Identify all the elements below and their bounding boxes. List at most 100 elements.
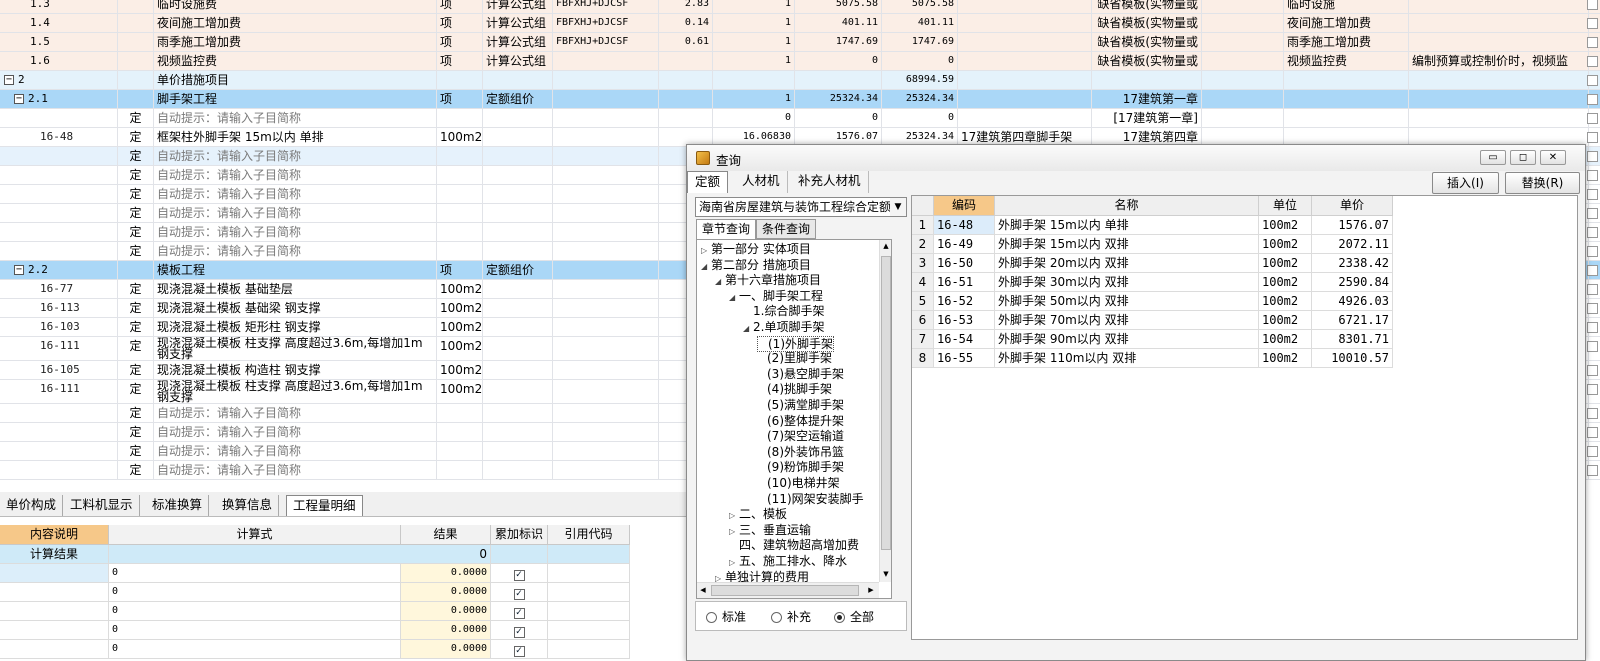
cell-col13[interactable]: 夜间施工增加费 [1284, 14, 1409, 32]
tree-node[interactable]: ◢ 一、脚手架工程 [729, 289, 823, 305]
accumulate-cell[interactable]: ✓ [491, 621, 548, 640]
cell-col4[interactable] [483, 204, 553, 222]
row-desc[interactable] [0, 621, 109, 640]
cell-col3[interactable]: 100m2 [437, 318, 483, 336]
tree-node[interactable]: (7)架空运输道 [757, 429, 844, 445]
cell-col2[interactable]: 自动提示：请输入子目简称 [154, 461, 437, 479]
row-checkbox[interactable] [1587, 408, 1598, 419]
close-icon[interactable]: ✕ [1540, 150, 1566, 165]
row-checkbox[interactable] [1587, 37, 1598, 48]
cell-col0[interactable]: −2.1 [0, 90, 118, 108]
measure-row[interactable]: 1.4 夜间施工增加费 项 计算公式组 FBFXHJ+DJCSF 0.14 1 401.11 4… [0, 14, 1600, 33]
chevron-down-icon[interactable]: ▼ [890, 198, 906, 216]
row-checkbox[interactable] [1587, 227, 1598, 238]
cell-col1[interactable]: 定 [118, 204, 154, 222]
row-checkbox[interactable] [1587, 170, 1598, 181]
cell-col2[interactable]: 现浇混凝土模板 基础垫层 [154, 280, 437, 298]
cell-col5[interactable] [553, 109, 659, 127]
row-checkbox[interactable] [1587, 365, 1598, 376]
cell-col2[interactable]: 现浇混凝土模板 柱支撑 高度超过3.6m,每增加1m 钢支撑 [154, 337, 437, 360]
row-desc[interactable] [0, 583, 109, 602]
cell-col9[interactable]: 0 [882, 109, 958, 127]
cell-col10[interactable] [958, 109, 1092, 127]
cell-col1[interactable]: 定 [118, 442, 154, 460]
cell-col5[interactable] [553, 204, 659, 222]
measure-row[interactable]: 1.3 临时设施费 项 计算公式组 FBFXHJ+DJCSF 2.83 1 5075.58 50… [0, 0, 1600, 14]
cell-col2[interactable]: 自动提示：请输入子目简称 [154, 223, 437, 241]
tree-hscroll-thumb[interactable] [711, 585, 859, 596]
cell-col5[interactable] [553, 361, 659, 379]
cell-col14[interactable] [1409, 14, 1589, 32]
measure-row[interactable]: −2 单价措施项目 68994.59 [0, 71, 1600, 90]
cell-col3[interactable] [437, 204, 483, 222]
row-checkbox[interactable] [1587, 18, 1598, 29]
cell-col0[interactable] [0, 109, 118, 127]
cell-col1[interactable]: 定 [118, 185, 154, 203]
cell-col3[interactable]: 100m2 [437, 299, 483, 317]
cell-col0[interactable] [0, 166, 118, 184]
cell-col2[interactable]: 夜间施工增加费 [154, 14, 437, 32]
cell-col0[interactable] [0, 223, 118, 241]
cell-col1[interactable]: 定 [118, 166, 154, 184]
formula-cell[interactable]: 0 [109, 640, 401, 659]
cell-col7[interactable] [713, 71, 795, 89]
cell-col0[interactable]: 1.3 [0, 0, 118, 13]
expand-arrow-icon[interactable]: ▷ [701, 243, 711, 258]
cell-col8[interactable] [795, 71, 882, 89]
cell-col0[interactable]: 16-105 [0, 361, 118, 379]
tree-node[interactable]: (3)悬空脚手架 [757, 367, 844, 383]
cell-col1[interactable]: 定 [118, 242, 154, 260]
cell-col5[interactable]: FBFXHJ+DJCSF [553, 33, 659, 51]
tree-node[interactable]: (5)满堂脚手架 [757, 398, 844, 414]
cell-col5[interactable] [553, 337, 659, 360]
row-checkbox[interactable] [1587, 265, 1598, 276]
cell-col0[interactable]: 16-111 [0, 380, 118, 403]
cell-col5[interactable] [553, 90, 659, 108]
header-unit[interactable]: 单位 [1259, 196, 1312, 216]
row-checkbox[interactable] [1587, 384, 1598, 395]
cell-col3[interactable]: 项 [437, 33, 483, 51]
cell-col7[interactable]: 1 [713, 33, 795, 51]
cell-col4[interactable] [483, 442, 553, 460]
cell-col13[interactable] [1284, 71, 1409, 89]
quota-result-grid[interactable]: 编码 名称 单位 单价 1 16-48 外脚手架 15m以内 单排 100m2 1576… [911, 195, 1578, 640]
header-code[interactable]: 编码 [934, 196, 995, 216]
row-checkbox[interactable] [1587, 341, 1598, 352]
cell-col5[interactable] [553, 147, 659, 165]
cell-col8[interactable]: 0 [795, 109, 882, 127]
cell-col3[interactable] [437, 423, 483, 441]
cell-col5[interactable] [553, 128, 659, 146]
cell-col4[interactable] [483, 404, 553, 422]
scroll-up-icon[interactable]: ▲ [880, 240, 891, 252]
cell-col3[interactable] [437, 71, 483, 89]
cell-col2[interactable]: 现浇混凝土模板 矩形柱 钢支撑 [154, 318, 437, 336]
cell-col5[interactable] [553, 461, 659, 479]
cell-col3[interactable] [437, 109, 483, 127]
cell-col1[interactable]: 定 [118, 461, 154, 479]
cell-col8[interactable]: 5075.58 [795, 0, 882, 13]
row-checkbox[interactable] [1587, 446, 1598, 457]
quota-code-cell[interactable]: 16-55 [934, 349, 995, 368]
row-checkbox[interactable] [1587, 208, 1598, 219]
cell-col3[interactable]: 100m2 [437, 337, 483, 360]
tree-node[interactable]: ◢ 2.单项脚手架 [743, 320, 824, 336]
cell-col2[interactable]: 自动提示：请输入子目简称 [154, 404, 437, 422]
cell-col6[interactable] [659, 71, 713, 89]
tree-vertical-scrollbar[interactable]: ▲ ▼ [879, 240, 891, 582]
formula-cell[interactable]: 0 [109, 564, 401, 583]
cell-col4[interactable] [483, 223, 553, 241]
cell-col7[interactable]: 1 [713, 52, 795, 70]
cell-col13[interactable]: 临时设施 [1284, 0, 1409, 13]
cell-col1[interactable]: 定 [118, 147, 154, 165]
cell-col0[interactable]: 16-77 [0, 280, 118, 298]
quota-library-select[interactable]: 海南省房屋建筑与装饰工程综合定额 ▼ [695, 197, 907, 217]
quota-price-cell[interactable]: 10010.57 [1312, 349, 1393, 368]
accumulate-cell[interactable]: ✓ [491, 640, 548, 659]
quota-unit-cell[interactable]: 100m2 [1259, 216, 1312, 235]
cell-col2[interactable]: 单价措施项目 [154, 71, 437, 89]
cell-col6[interactable]: 0.61 [659, 33, 713, 51]
cell-col2[interactable]: 自动提示：请输入子目简称 [154, 204, 437, 222]
cell-col4[interactable] [483, 185, 553, 203]
formula-cell[interactable]: 0 [109, 621, 401, 640]
cell-col3[interactable] [437, 223, 483, 241]
